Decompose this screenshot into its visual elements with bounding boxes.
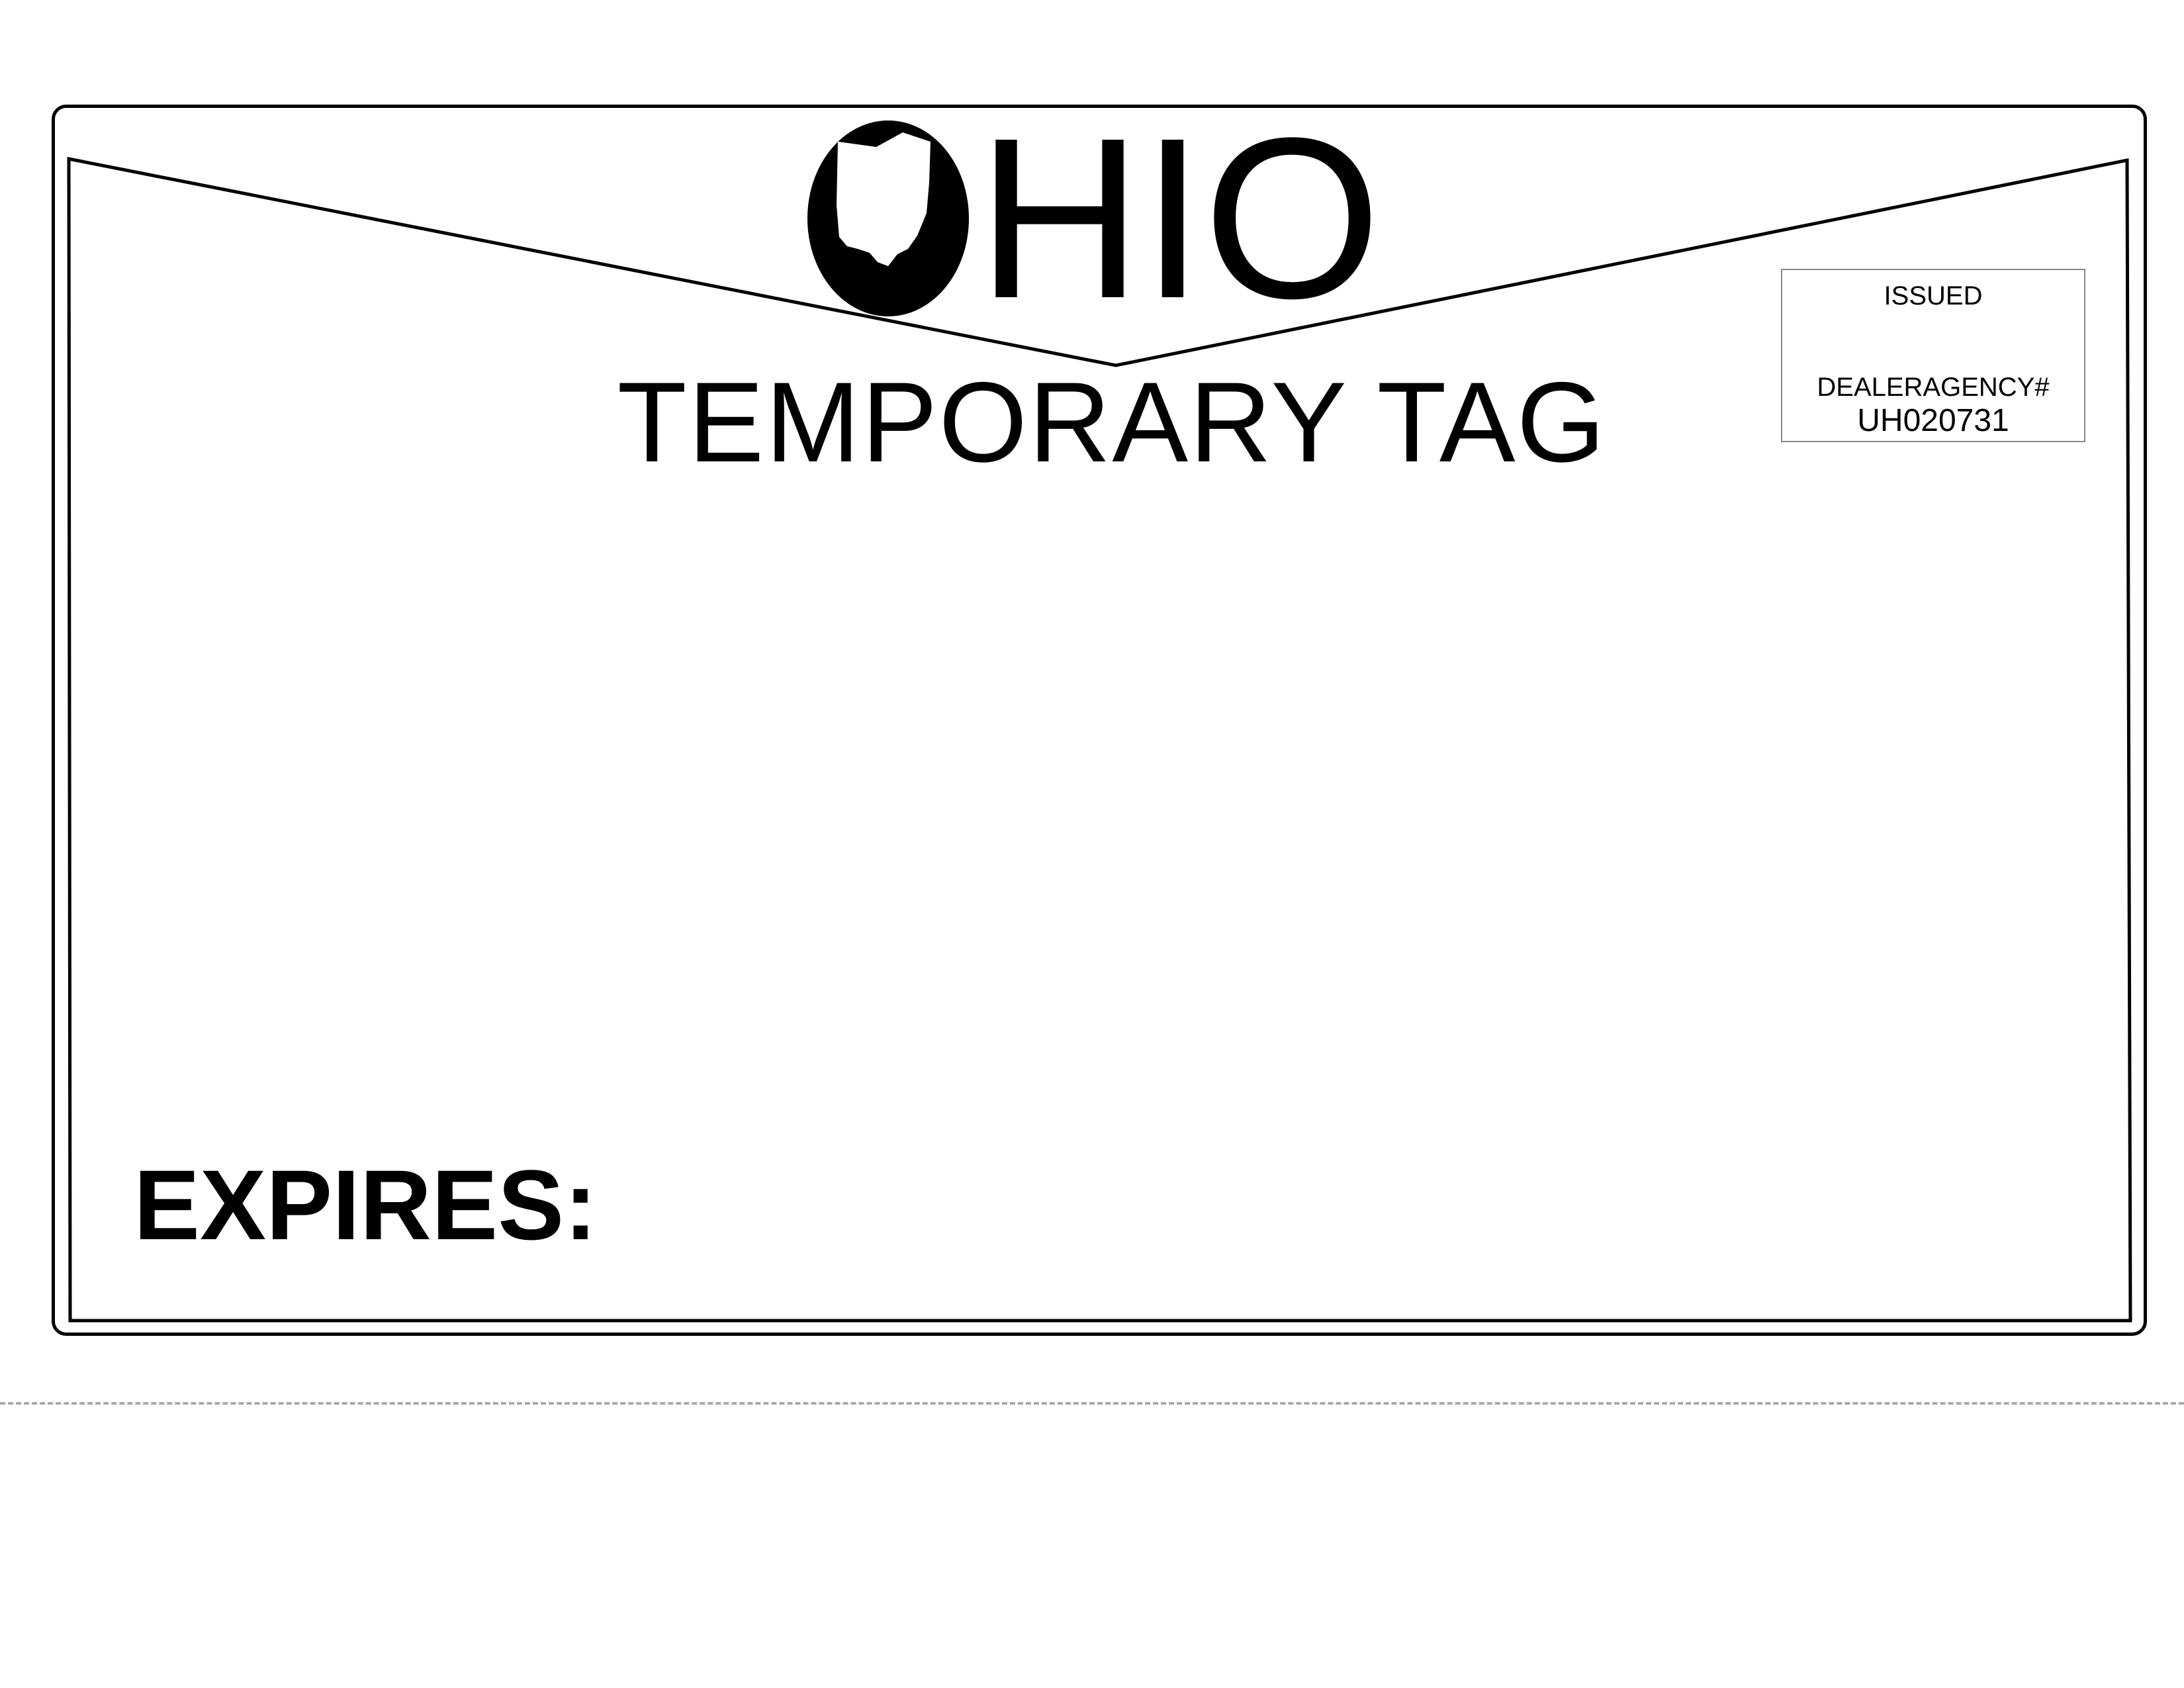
ohio-state-outline-icon	[807, 120, 969, 316]
state-name: HIO	[803, 91, 1381, 346]
dealer-agency-number: UH020731	[1857, 403, 2009, 438]
state-name-rest: HIO	[977, 91, 1381, 346]
expires-label: EXPIRES:	[134, 1149, 598, 1260]
cut-line	[0, 1402, 2184, 1405]
issued-box: ISSUED DEALERAGENCY# UH020731	[1781, 269, 2085, 442]
dealer-agency-label: DEALERAGENCY#	[1817, 373, 2050, 402]
ohio-emblem-letter	[803, 113, 973, 324]
issued-label: ISSUED	[1884, 281, 1983, 310]
